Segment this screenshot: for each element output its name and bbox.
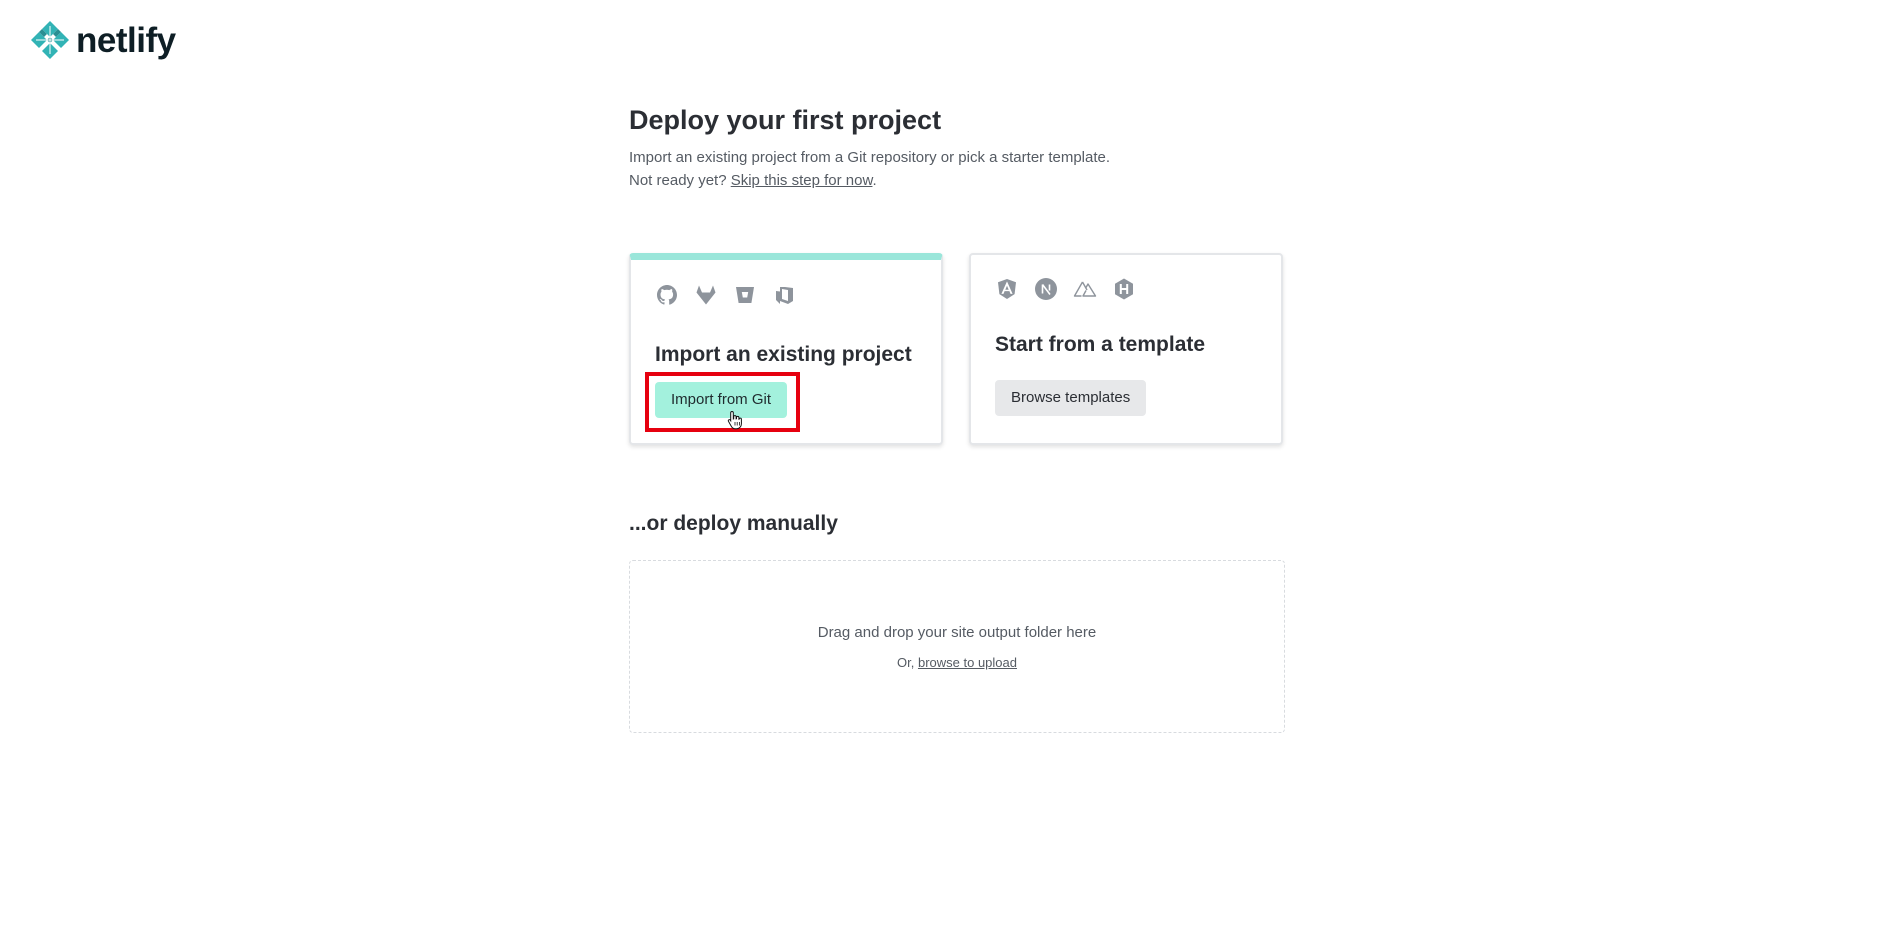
- deploy-manually-title: ...or deploy manually: [629, 512, 838, 535]
- page-description: Import an existing project from a Git re…: [629, 149, 1111, 166]
- hand-cursor-icon: [727, 410, 742, 430]
- bitbucket-icon: [733, 283, 757, 307]
- github-icon: [655, 283, 679, 307]
- dropzone-subtext: Or, browse to upload: [630, 655, 1284, 670]
- brand-name: netlify: [76, 20, 176, 60]
- gitlab-icon: [694, 283, 718, 307]
- browse-to-upload-link[interactable]: browse to upload: [918, 655, 1017, 670]
- browse-templates-button[interactable]: Browse templates: [995, 380, 1147, 416]
- netlify-logo[interactable]: netlify: [30, 20, 176, 60]
- import-card-title: Import an existing project: [655, 343, 912, 366]
- page-subtitle: Import an existing project from a Git re…: [629, 146, 1110, 192]
- git-provider-icons: [655, 283, 796, 307]
- import-from-git-button[interactable]: Import from Git: [655, 382, 788, 418]
- skip-step-link[interactable]: Skip this step for now: [731, 172, 873, 189]
- import-project-card: Import an existing project Import from G…: [629, 253, 943, 445]
- framework-icons: [995, 277, 1136, 301]
- not-ready-prefix: Not ready yet?: [629, 172, 731, 189]
- netlify-logo-icon: [31, 21, 69, 59]
- angular-icon: [995, 277, 1019, 301]
- page-title: Deploy your first project: [629, 105, 942, 135]
- dropzone-text: Drag and drop your site output folder he…: [817, 624, 1097, 641]
- hugo-icon: [1112, 277, 1136, 301]
- upload-dropzone[interactable]: Drag and drop your site output folder he…: [629, 560, 1285, 733]
- template-card-title: Start from a template: [995, 333, 1206, 356]
- azure-devops-icon: [772, 283, 796, 307]
- browse-prefix: Or,: [897, 655, 918, 670]
- template-card: Start from a template Browse templates: [969, 253, 1283, 445]
- not-ready-line: Not ready yet? Skip this step for now.: [629, 169, 1110, 192]
- nextjs-icon: [1034, 277, 1058, 301]
- not-ready-suffix: .: [872, 172, 877, 189]
- nuxt-icon: [1073, 277, 1097, 301]
